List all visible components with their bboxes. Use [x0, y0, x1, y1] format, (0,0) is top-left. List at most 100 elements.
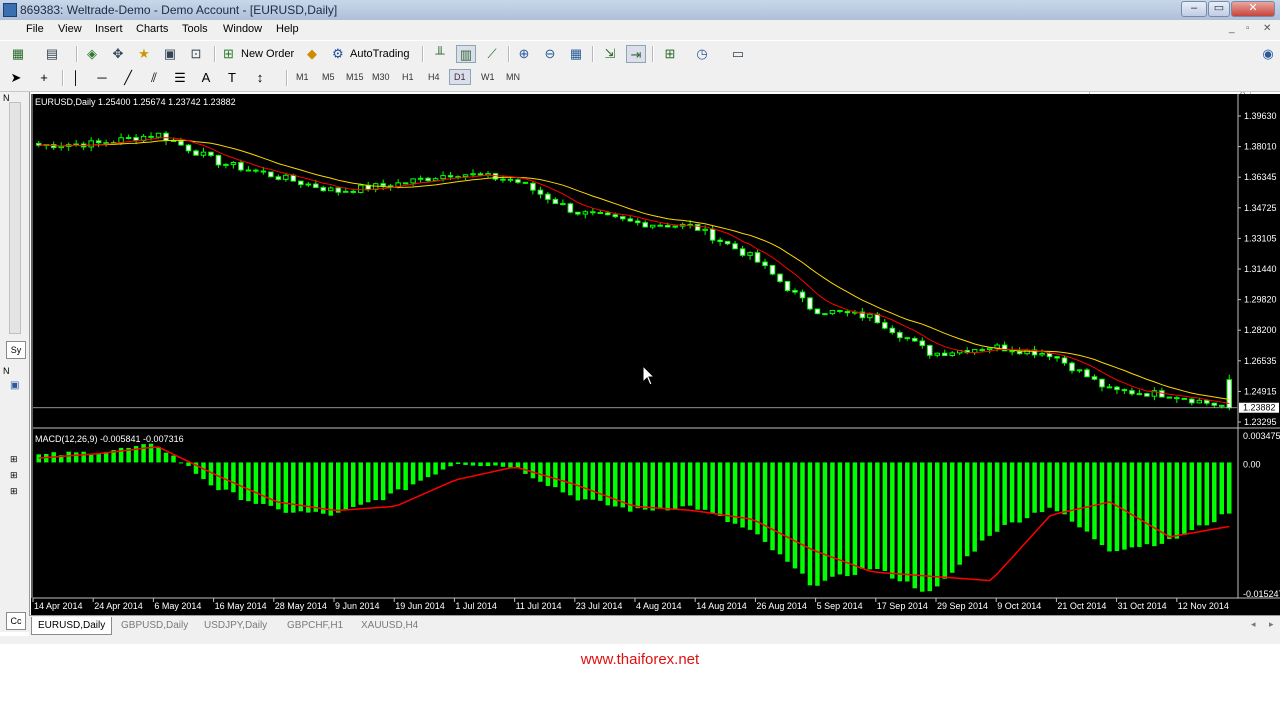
- menu-file[interactable]: File: [26, 23, 44, 35]
- tree-expand-icon[interactable]: ⊞: [10, 470, 18, 481]
- macd-histogram-bar: [545, 462, 551, 486]
- cursor-icon[interactable]: ➤: [6, 69, 26, 87]
- tab-gbpchf-h1[interactable]: GBPCHF,H1: [281, 617, 349, 634]
- menu-charts[interactable]: Charts: [136, 23, 168, 35]
- macd-histogram-bar: [642, 462, 648, 510]
- autotrading-button[interactable]: ⚙ AutoTrading: [330, 45, 410, 63]
- macd-tick-label: -0.015247: [1243, 589, 1280, 599]
- candle-body: [470, 173, 476, 176]
- new-order-button[interactable]: ⊞ New Order: [221, 45, 294, 63]
- chart-window[interactable]: 1.39630 1.38010 1.36345 1.34725 1.33105 1.314…: [31, 94, 1280, 615]
- tree-folder-icon[interactable]: ▣: [10, 380, 19, 391]
- menu-view[interactable]: View: [58, 23, 82, 35]
- timeframe-w1[interactable]: W1: [481, 72, 495, 82]
- timeframe-d1[interactable]: D1: [449, 69, 471, 85]
- templates-icon[interactable]: ▭: [728, 45, 748, 63]
- candle-body: [328, 187, 334, 192]
- vertical-line-icon[interactable]: │: [66, 69, 86, 87]
- panel-tab-common[interactable]: Cc: [6, 612, 26, 630]
- macd-histogram-bar: [875, 462, 880, 570]
- metaeditor-icon[interactable]: ◆: [302, 45, 322, 63]
- zoom-out-icon[interactable]: ⊖: [540, 45, 560, 63]
- fibonacci-icon[interactable]: ☰: [170, 69, 190, 87]
- community-icon[interactable]: ◉: [1258, 45, 1278, 63]
- candle-body: [732, 243, 738, 250]
- candle-body: [754, 252, 761, 263]
- crosshair-icon[interactable]: +: [34, 69, 54, 87]
- macd-histogram-bar: [1009, 462, 1015, 523]
- autotrading-icon: ⚙: [332, 46, 344, 61]
- text-label-icon[interactable]: T: [222, 69, 242, 87]
- candle-body: [148, 135, 154, 138]
- macd-histogram-bar: [328, 462, 334, 516]
- menu-tools[interactable]: Tools: [182, 23, 208, 35]
- fast-ma-line: [38, 137, 1230, 404]
- channel-icon[interactable]: ⫽: [144, 69, 164, 87]
- candle-body: [125, 137, 132, 140]
- tab-usdjpy-daily[interactable]: USDJPY,Daily: [198, 617, 273, 634]
- mdi-close-icon[interactable]: ✕: [1263, 23, 1271, 34]
- macd-histogram-bar: [657, 462, 663, 509]
- timeframe-m15[interactable]: M15: [346, 72, 364, 82]
- data-window-icon[interactable]: ✥: [108, 45, 128, 63]
- macd-histogram-bar: [440, 462, 446, 470]
- horizontal-line-icon[interactable]: ─: [92, 69, 112, 87]
- timeframe-mn[interactable]: MN: [506, 72, 520, 82]
- title-bar[interactable]: 869383: Weltrade-Demo - Demo Account - […: [0, 0, 1280, 20]
- timeframe-m30[interactable]: M30: [372, 72, 390, 82]
- chart-canvas[interactable]: 1.39630 1.38010 1.36345 1.34725 1.33105 1.314…: [31, 94, 1280, 615]
- tile-windows-icon[interactable]: ▦: [566, 45, 586, 63]
- chart-shift-icon[interactable]: ⇥: [626, 45, 646, 63]
- text-icon[interactable]: A: [196, 69, 216, 87]
- time-tick-label: 12 Nov 2014: [1178, 601, 1229, 611]
- tree-expand-icon[interactable]: ⊞: [10, 454, 18, 465]
- close-button[interactable]: ✕: [1231, 1, 1275, 17]
- price-tick-label: 1.33105: [1244, 233, 1277, 243]
- timeframe-h4[interactable]: H4: [428, 72, 440, 82]
- menu-insert[interactable]: Insert: [95, 23, 123, 35]
- timeframe-m5[interactable]: M5: [322, 72, 335, 82]
- tab-xauusd-h4[interactable]: XAUUSD,H4: [355, 617, 424, 634]
- market-watch-icon[interactable]: ◈: [82, 45, 102, 63]
- tree-expand-icon[interactable]: ⊞: [10, 486, 18, 497]
- navigator-icon[interactable]: ★: [134, 45, 154, 63]
- candle-body: [717, 239, 723, 243]
- minimize-button[interactable]: –: [1181, 1, 1207, 17]
- timeframe-h1[interactable]: H1: [402, 72, 414, 82]
- macd-histogram-bar: [852, 462, 858, 575]
- line-chart-icon[interactable]: ⟋: [482, 45, 502, 63]
- macd-histogram-bar: [560, 462, 566, 493]
- zoom-in-icon[interactable]: ⊕: [514, 45, 534, 63]
- tab-scroll-right-icon[interactable]: ▸: [1269, 619, 1274, 630]
- macd-histogram-bar: [620, 462, 626, 508]
- strategy-tester-icon[interactable]: ⊡: [186, 45, 206, 63]
- menu-window[interactable]: Window: [223, 23, 262, 35]
- tab-scroll-left-icon[interactable]: ◂: [1251, 619, 1256, 630]
- panel-scrollbar[interactable]: [9, 102, 21, 334]
- tab-gbpusd-daily[interactable]: GBPUSD,Daily: [115, 617, 194, 634]
- timeframe-m1[interactable]: M1: [296, 72, 309, 82]
- panel-tab-symbols[interactable]: Sy: [6, 341, 26, 359]
- mdi-minimize-icon[interactable]: _: [1229, 23, 1235, 34]
- terminal-icon[interactable]: ▣: [160, 45, 180, 63]
- candle-body: [200, 151, 207, 156]
- candle-body: [627, 218, 634, 222]
- new-chart-icon[interactable]: ▦: [8, 45, 28, 63]
- tab-eurusd-daily[interactable]: EURUSD,Daily: [31, 617, 113, 635]
- menu-help[interactable]: Help: [276, 23, 299, 35]
- mdi-restore-icon[interactable]: ▫: [1246, 23, 1250, 34]
- profiles-icon[interactable]: ▤: [42, 45, 62, 63]
- periods-icon[interactable]: ◷: [692, 45, 712, 63]
- candle-body: [582, 211, 589, 215]
- candle-body: [1189, 398, 1195, 404]
- bar-chart-icon[interactable]: ╨: [430, 45, 450, 63]
- indicators-icon[interactable]: ⊞: [660, 45, 680, 63]
- restore-button[interactable]: ▭: [1208, 1, 1230, 17]
- arrows-icon[interactable]: ↕: [250, 69, 270, 87]
- candle-body: [807, 297, 813, 310]
- trendline-icon[interactable]: ╱: [118, 69, 138, 87]
- candlestick-chart-icon[interactable]: ▥: [456, 45, 476, 63]
- macd-tick-label: 0.00: [1243, 459, 1261, 469]
- autoscroll-icon[interactable]: ⇲: [600, 45, 620, 63]
- time-tick-label: 5 Sep 2014: [817, 601, 863, 611]
